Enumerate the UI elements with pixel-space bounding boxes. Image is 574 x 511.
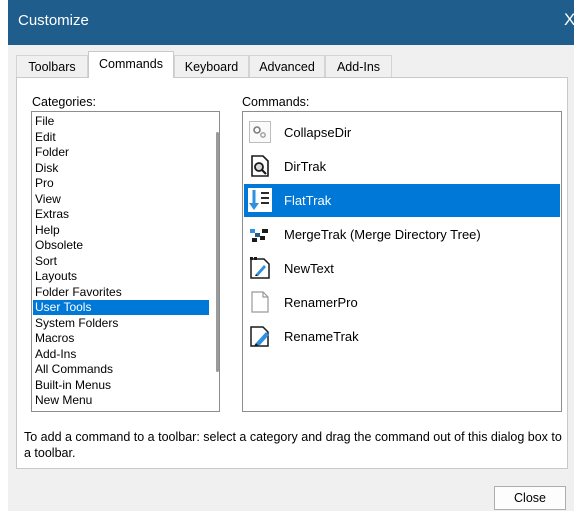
tab-add-ins[interactable]: Add-Ins: [325, 55, 392, 77]
command-item-collapsedir[interactable]: CollapseDir: [244, 116, 560, 149]
category-item-built-in-menus[interactable]: Built-in Menus: [35, 378, 111, 393]
category-item-view[interactable]: View: [35, 192, 61, 207]
command-item-renamerpro[interactable]: RenamerPro: [244, 286, 560, 319]
commands-list[interactable]: CollapseDir DirTrak FlatTrak MergeTrak (…: [242, 111, 562, 412]
command-label: RenamerPro: [284, 295, 358, 310]
category-item-help[interactable]: Help: [35, 223, 60, 238]
command-label: FlatTrak: [284, 193, 332, 208]
command-label: RenameTrak: [284, 329, 359, 344]
renametrak-icon: [250, 326, 269, 347]
category-item-pro[interactable]: Pro: [35, 176, 54, 191]
tab-commands[interactable]: Commands: [88, 51, 174, 78]
close-button[interactable]: Close: [494, 486, 566, 510]
help-text: To add a command to a toolbar: select a …: [24, 430, 562, 460]
category-item-user-tools[interactable]: User Tools: [33, 300, 209, 315]
command-label: CollapseDir: [284, 125, 352, 140]
command-label: NewText: [284, 261, 334, 276]
category-item-folder[interactable]: Folder: [35, 145, 69, 160]
categories-scrollbar-thumb[interactable]: [216, 132, 219, 372]
tab-toolbars[interactable]: Toolbars: [16, 55, 88, 77]
command-item-newtext[interactable]: NewText: [244, 252, 560, 285]
customize-dialog: Toolbars Commands Keyboard Advanced Add-…: [8, 45, 574, 511]
category-item-system-folders[interactable]: System Folders: [35, 316, 118, 331]
tab-keyboard[interactable]: Keyboard: [174, 55, 249, 77]
categories-label: Categories:: [32, 95, 96, 109]
category-item-disk[interactable]: Disk: [35, 161, 58, 176]
title-bar: Customize X: [8, 0, 574, 45]
command-item-flattrak[interactable]: FlatTrak: [244, 184, 560, 217]
commands-label: Commands:: [242, 95, 310, 109]
window-title: Customize: [18, 12, 89, 29]
close-window-icon[interactable]: X: [564, 10, 574, 30]
category-item-new-menu[interactable]: New Menu: [35, 393, 92, 408]
category-item-file[interactable]: File: [35, 114, 54, 129]
newtext-icon: [250, 257, 270, 279]
command-item-renametrak[interactable]: RenameTrak: [244, 320, 560, 353]
dirtrak-icon: [251, 155, 269, 177]
category-item-layouts[interactable]: Layouts: [35, 269, 77, 284]
category-item-all-commands[interactable]: All Commands: [35, 362, 113, 377]
command-label: MergeTrak (Merge Directory Tree): [284, 227, 481, 242]
command-label: DirTrak: [284, 159, 327, 174]
category-item-add-ins[interactable]: Add-Ins: [35, 347, 76, 362]
category-item-macros[interactable]: Macros: [35, 331, 74, 346]
collapse-dir-icon: [249, 121, 271, 143]
categories-list[interactable]: File Edit Folder Disk Pro View Extras He…: [31, 111, 220, 412]
flattrak-icon: [248, 188, 272, 212]
category-item-folder-favorites[interactable]: Folder Favorites: [35, 285, 122, 300]
tab-advanced[interactable]: Advanced: [249, 55, 325, 77]
category-item-edit[interactable]: Edit: [35, 130, 56, 145]
command-item-mergetrak[interactable]: MergeTrak (Merge Directory Tree): [244, 218, 560, 251]
category-item-extras[interactable]: Extras: [35, 207, 69, 222]
renamerpro-icon: [251, 291, 269, 313]
command-item-dirtrak[interactable]: DirTrak: [244, 150, 560, 183]
mergetrak-icon: [250, 229, 268, 242]
category-item-obsolete[interactable]: Obsolete: [35, 238, 83, 253]
category-item-sort[interactable]: Sort: [35, 254, 57, 269]
